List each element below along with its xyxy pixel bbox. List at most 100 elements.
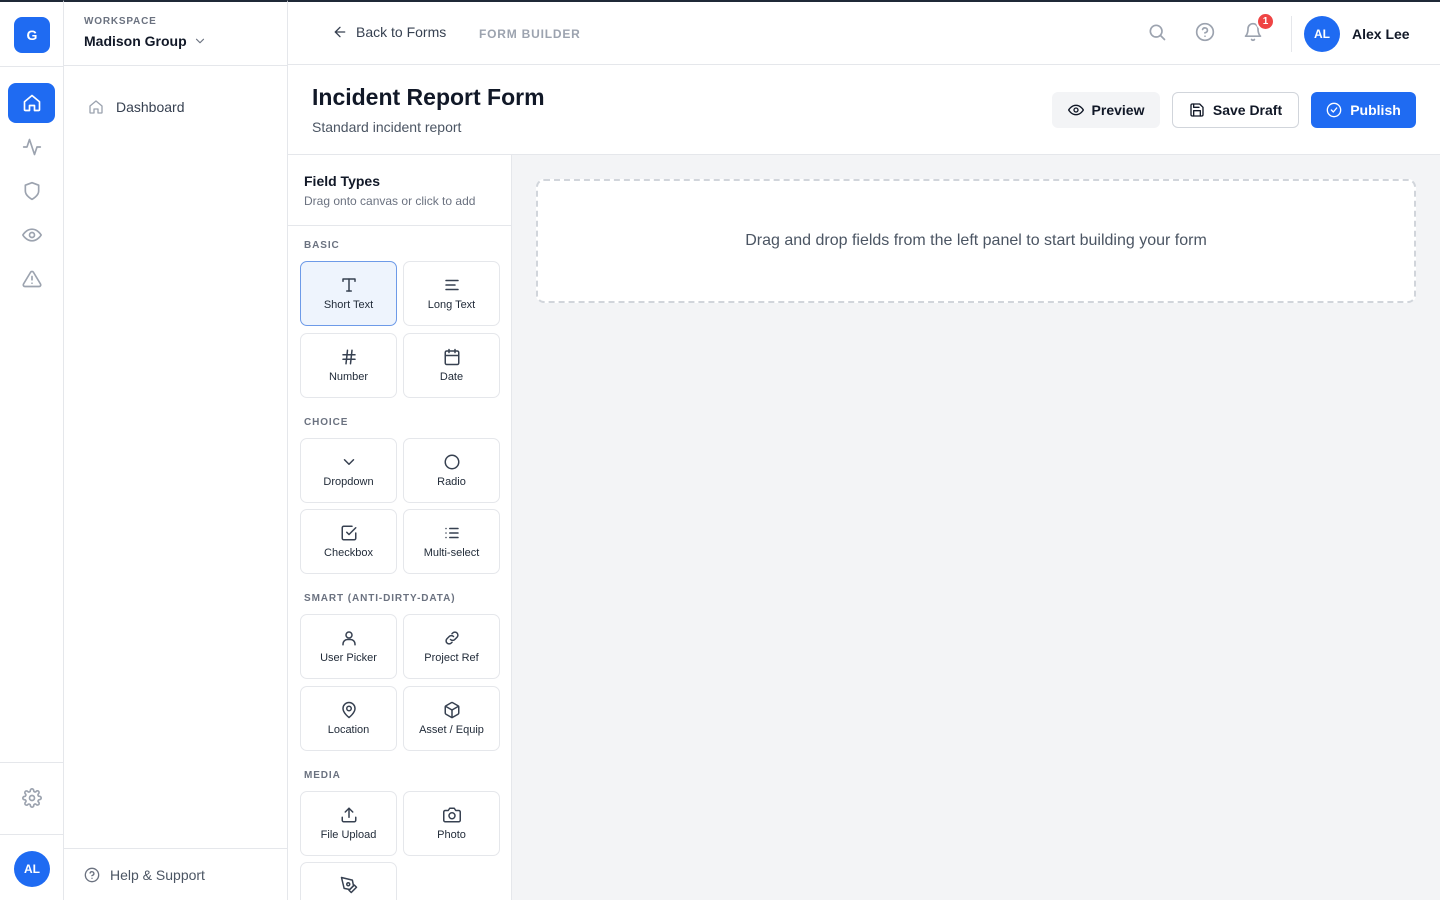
drop-zone-message: Drag and drop fields from the left panel… [745,232,1207,249]
field-user-picker[interactable]: User Picker [300,614,397,679]
check-circle-icon [1326,102,1342,118]
field-label: Radio [437,476,466,488]
back-to-forms-link[interactable]: Back to Forms [332,24,446,40]
chevron-down-icon [195,38,204,44]
field-dropdown[interactable]: Dropdown [300,438,397,503]
field-label: Photo [437,829,466,841]
rail-home-button[interactable] [8,83,55,123]
breadcrumb: FORM BUILDER [479,27,581,41]
back-label: Back to Forms [356,24,447,40]
field-radio[interactable]: Radio [403,438,500,503]
field-label: Date [439,371,464,383]
group-label-choice: CHOICE [304,417,349,428]
help-support-link[interactable]: Help & Support [84,867,205,883]
list-icon [444,527,459,539]
checkbox-icon [341,525,356,541]
drop-zone[interactable]: Drag and drop fields from the left panel… [536,179,1416,303]
text-icon [341,278,356,292]
field-long-text[interactable]: Long Text [403,261,500,326]
preview-button[interactable]: Preview [1052,92,1160,128]
field-date[interactable]: Date [403,333,500,398]
palette-title: Field Types [304,173,380,189]
chevron-down-icon [343,459,354,465]
user-avatar[interactable]: AL [1304,16,1340,52]
group-label-basic: BASIC [304,240,340,251]
field-location[interactable]: Location [300,686,397,751]
help-icon [84,867,100,883]
field-project-ref[interactable]: Project Ref [403,614,500,679]
rail-divider [0,66,63,67]
link-icon [444,631,459,645]
palette-subtitle: Drag onto canvas or click to add [304,194,476,208]
field-label: User Picker [320,652,377,664]
field-checkbox[interactable]: Checkbox [300,509,397,574]
rail-settings-button[interactable] [8,778,55,818]
app-logo[interactable]: G [14,17,50,53]
search-icon [1149,24,1166,41]
field-label: Short Text [323,299,374,311]
rail-divider [0,762,63,763]
preview-label: Preview [1091,102,1145,118]
rail-monitoring-button[interactable] [8,215,55,255]
top-header: Back to Forms FORM BUILDER 1 AL Alex Lee [288,0,1440,65]
arrow-left-icon [334,26,346,38]
shield-icon [24,181,40,201]
workspace-sidebar: WORKSPACE Madison Group Dashboard Help &… [64,0,288,900]
field-label: Multi-select [423,547,480,559]
group-label-media: MEDIA [304,770,341,781]
pen-tool-icon [340,876,357,894]
form-canvas[interactable]: Drag and drop fields from the left panel… [512,155,1440,900]
help-button[interactable] [1195,22,1215,42]
save-draft-button[interactable]: Save Draft [1172,92,1299,128]
icon-rail: G AL [0,0,64,900]
circle-icon [444,454,459,470]
map-pin-icon [341,701,356,719]
field-label: Location [327,724,370,736]
sidebar-item-dashboard[interactable]: Dashboard [88,99,185,115]
rail-activity-button[interactable] [8,127,55,167]
gear-icon [21,788,42,808]
publish-button[interactable]: Publish [1311,92,1416,128]
publish-label: Publish [1350,102,1401,118]
help-label: Help & Support [110,867,205,883]
form-header: Incident Report Form Standard incident r… [288,65,1440,155]
field-label: Checkbox [324,547,373,559]
form-description[interactable]: Standard incident report [312,119,468,135]
field-label: Long Text [427,299,476,311]
home-icon [23,94,40,112]
field-label: Project Ref [424,652,479,664]
eye-icon [21,228,42,242]
field-signature[interactable] [300,862,397,900]
camera-icon [442,807,461,823]
rail-alerts-button[interactable] [8,259,55,299]
warning-icon [21,270,42,288]
field-label: Number [328,371,369,383]
rail-security-button[interactable] [8,171,55,211]
field-number[interactable]: Number [300,333,397,398]
save-draft-label: Save Draft [1212,102,1283,118]
upload-icon [341,807,356,823]
activity-icon [22,138,41,156]
field-label: Asset / Equip [419,724,484,736]
rail-avatar[interactable]: AL [14,851,50,887]
home-icon [89,100,103,114]
eye-icon [1067,104,1084,116]
notification-badge: 1 [1256,12,1275,31]
field-photo[interactable]: Photo [403,791,500,856]
workspace-switcher[interactable]: Madison Group [84,33,207,49]
palette-header: Field Types Drag onto canvas or click to… [288,155,511,226]
group-label-smart: SMART (ANTI-DIRTY-DATA) [304,593,456,604]
sidebar-divider [64,848,287,849]
form-title[interactable]: Incident Report Form [312,84,545,111]
search-button[interactable] [1147,22,1167,42]
field-short-text[interactable]: Short Text [300,261,397,326]
workspace-label: WORKSPACE [84,16,157,27]
field-label: File Upload [320,829,377,841]
user-name[interactable]: Alex Lee [1352,26,1410,42]
sidebar-divider [64,65,287,66]
field-file-upload[interactable]: File Upload [300,791,397,856]
field-asset-equip[interactable]: Asset / Equip [403,686,500,751]
field-multi-select[interactable]: Multi-select [403,509,500,574]
header-divider [1291,16,1292,52]
workspace-name: Madison Group [84,33,187,49]
